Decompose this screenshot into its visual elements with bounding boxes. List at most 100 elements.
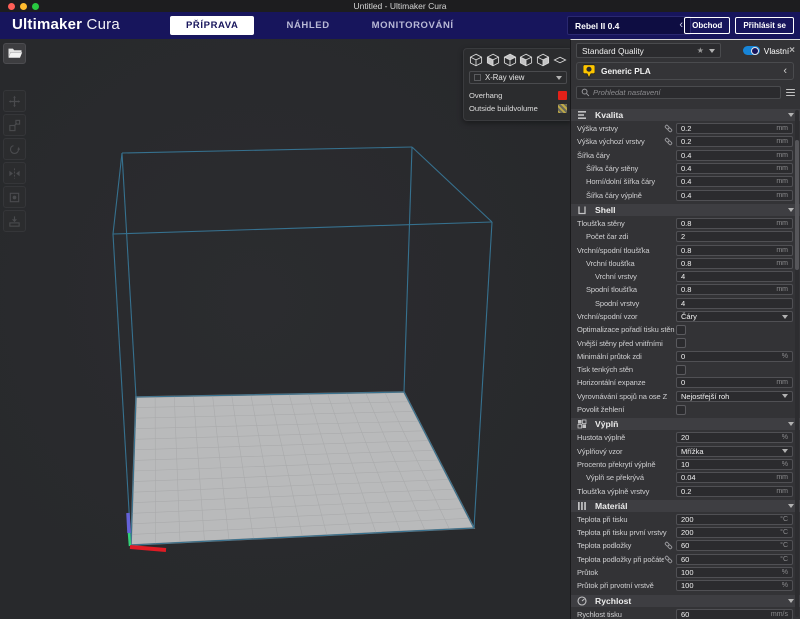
stage-tab-příprava[interactable]: PŘÍPRAVA [170, 16, 254, 35]
legend-swatch [558, 91, 567, 100]
close-window-button[interactable] [8, 3, 15, 10]
setting-checkbox[interactable] [676, 325, 686, 335]
setting-input[interactable]: 0.2mm [676, 123, 793, 134]
setting-input[interactable]: 0.4mm [676, 190, 793, 201]
close-panel-icon[interactable]: × [789, 46, 795, 56]
marketplace-button[interactable]: Obchod [684, 17, 730, 34]
setting-input[interactable]: 20% [676, 432, 793, 443]
build-plate-scene [0, 39, 570, 619]
quality-preset-dropdown[interactable]: Standard Quality ★ [576, 43, 721, 58]
view-top-button[interactable] [503, 53, 517, 67]
stage-tab-monitorování[interactable]: MONITOROVÁNÍ [362, 16, 464, 35]
setting-row: Tloušťka stěny0.8mm [571, 217, 800, 230]
view-mode-dropdown[interactable]: X-Ray view [469, 71, 567, 84]
rotate-tool-button[interactable] [3, 138, 26, 160]
3d-viewport[interactable]: X-Ray view OverhangOutside buildvolume [0, 39, 570, 619]
setting-row: Šířka čáry0.4mm [571, 149, 800, 162]
setting-input[interactable]: 0% [676, 351, 793, 362]
chevron-down-icon [788, 504, 794, 508]
section-header-rychlost[interactable]: Rychlost [571, 595, 800, 607]
view-front-button[interactable] [486, 53, 500, 67]
setting-input[interactable]: 200°C [676, 527, 793, 538]
setting-input[interactable]: 0mm [676, 377, 793, 388]
setting-input[interactable]: 100% [676, 580, 793, 591]
sign-in-button[interactable]: Přihlásit se [735, 17, 794, 34]
settings-scrollbar[interactable] [795, 110, 799, 617]
setting-row: Rychlost tisku60mm/s [571, 608, 800, 619]
stage-tab-náhled[interactable]: NÁHLED [276, 16, 339, 35]
settings-list: KvalitaVýška vrstvy0.2mmVýška výchozí vr… [571, 105, 800, 619]
scale-tool-icon [8, 119, 21, 132]
setting-input[interactable]: 10% [676, 459, 793, 470]
setting-input[interactable]: 2 [676, 231, 793, 242]
setting-unit: °C [780, 542, 788, 549]
setting-input[interactable]: 60mm/s [676, 609, 793, 619]
setting-input[interactable]: 0.2mm [676, 136, 793, 147]
setting-row: Minimální průtok zdi0% [571, 350, 800, 363]
setting-input[interactable]: 0.04mm [676, 472, 793, 483]
open-file-button[interactable] [3, 43, 26, 64]
setting-checkbox[interactable] [676, 338, 686, 348]
setting-input[interactable]: 200°C [676, 514, 793, 525]
setting-input[interactable]: 0.4mm [676, 150, 793, 161]
maximize-window-button[interactable] [32, 3, 39, 10]
setting-input[interactable]: 0.8mm [676, 258, 793, 269]
setting-input[interactable]: 0.4mm [676, 163, 793, 174]
setting-value: 2 [681, 232, 685, 241]
setting-input[interactable]: 0.8mm [676, 284, 793, 295]
setting-value: 0.2 [681, 124, 691, 133]
setting-input[interactable]: 0.8mm [676, 245, 793, 256]
settings-menu-icon[interactable] [786, 89, 795, 97]
setting-input[interactable]: 0.8mm [676, 218, 793, 229]
app-window: Untitled - Ultimaker Cura Ultimaker Cura… [0, 0, 800, 619]
setting-value: 0 [681, 378, 685, 387]
setting-input[interactable]: 100% [676, 567, 793, 578]
section-header-shell[interactable]: Shell [571, 204, 800, 216]
setting-input[interactable]: 4 [676, 271, 793, 282]
setting-label: Průtok [571, 568, 676, 577]
custom-mode-label: Vlastní [764, 46, 789, 56]
scale-tool-button[interactable] [3, 114, 26, 136]
setting-input[interactable]: 4 [676, 298, 793, 309]
minimize-window-button[interactable] [20, 3, 27, 10]
setting-input[interactable]: 60°C [676, 554, 793, 565]
material-name: Generic PLA [601, 66, 783, 76]
setting-checkbox[interactable] [676, 365, 686, 375]
chevron-down-icon [782, 449, 788, 453]
setting-row: Vyrovnávání spojů na ose ZNejostřejší ro… [571, 390, 800, 403]
setting-unit: mm [776, 178, 788, 185]
view-right-button[interactable] [536, 53, 550, 67]
setting-unit: mm [776, 247, 788, 254]
setting-row: Vrchní vrstvy4 [571, 270, 800, 283]
setting-dropdown[interactable]: Nejostřejší roh [676, 391, 793, 402]
view-bottom-button[interactable] [553, 53, 567, 67]
quality-icon [577, 110, 587, 120]
section-header-výplň[interactable]: Výplň [571, 418, 800, 430]
printer-selector-button[interactable]: Rebel II 0.4 ‹ [567, 16, 691, 35]
setting-dropdown[interactable]: Mřížka [676, 446, 793, 457]
material-badge-icon [583, 64, 595, 79]
section-header-materiál[interactable]: Materiál [571, 500, 800, 512]
scrollbar-thumb[interactable] [795, 140, 799, 270]
setting-input[interactable]: 60°C [676, 540, 793, 551]
view-left-button[interactable] [519, 53, 533, 67]
setting-dropdown[interactable]: Čáry [676, 311, 793, 322]
setting-label: Vrchní vrstvy [571, 272, 676, 281]
setting-row: Procento překrytí výplně10% [571, 458, 800, 471]
setting-value: 0.2 [681, 487, 691, 496]
setting-input[interactable]: 0.2mm [676, 486, 793, 497]
view-3d-button[interactable] [469, 53, 483, 67]
custom-mode-toggle[interactable] [743, 46, 760, 55]
move-tool-button[interactable] [3, 90, 26, 112]
setting-input[interactable]: 0.4mm [676, 176, 793, 187]
setting-value: 0.4 [681, 151, 691, 160]
search-settings-input[interactable]: Prohledat nastavení [576, 86, 781, 99]
per-model-settings-tool-button[interactable] [3, 186, 26, 208]
mirror-tool-button[interactable] [3, 162, 26, 184]
chevron-down-icon [788, 113, 794, 117]
setting-label: Vyrovnávání spojů na ose Z [571, 392, 676, 401]
support-blocker-tool-button[interactable] [3, 210, 26, 232]
extruder-material-tab[interactable]: Generic PLA ‹ [576, 62, 794, 80]
setting-checkbox[interactable] [676, 405, 686, 415]
section-header-kvalita[interactable]: Kvalita [571, 109, 800, 121]
